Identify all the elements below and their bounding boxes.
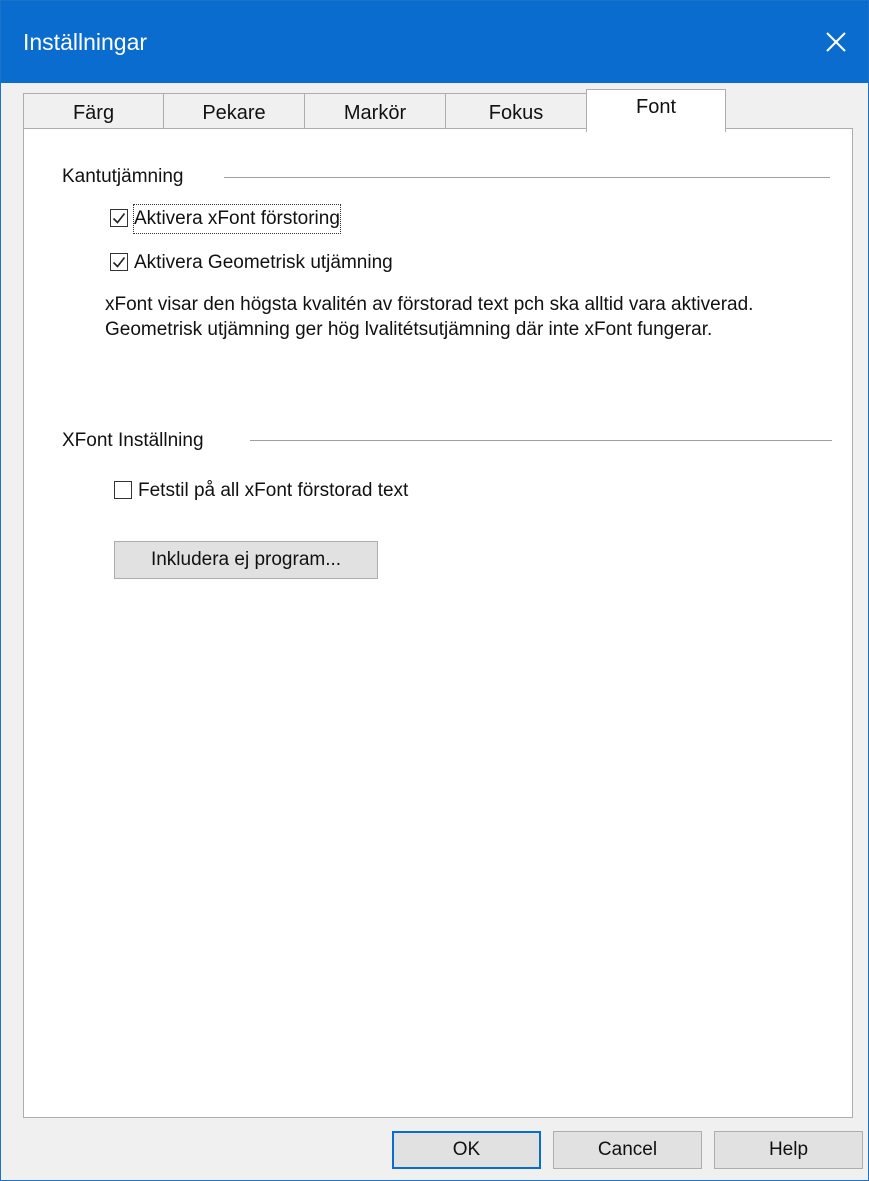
antialias-description: xFont visar den högsta kvalitén av först… bbox=[105, 294, 754, 340]
close-icon bbox=[826, 32, 846, 52]
tab-fokus[interactable]: Fokus bbox=[445, 93, 587, 131]
help-button[interactable]: Help bbox=[714, 1131, 863, 1169]
tab-strip: Färg Pekare Markör Fokus Font bbox=[23, 89, 853, 132]
close-button[interactable] bbox=[804, 1, 868, 83]
checkmark-icon bbox=[112, 213, 126, 224]
window-title: Inställningar bbox=[23, 29, 148, 55]
xfont-magnification-checkbox[interactable]: Aktivera xFont förstoring bbox=[110, 204, 410, 234]
antialias-group-heading: Kantutjämning bbox=[62, 166, 184, 187]
tab-farg[interactable]: Färg bbox=[23, 93, 164, 131]
xfont-settings-group-divider bbox=[250, 440, 832, 441]
antialias-group-divider bbox=[224, 177, 830, 178]
ok-button[interactable]: OK bbox=[392, 1131, 541, 1169]
tab-font[interactable]: Font bbox=[586, 89, 726, 132]
bold-checkbox-label: Fetstil på all xFont förstorad text bbox=[138, 480, 409, 501]
geometric-smoothing-checkbox[interactable]: Aktivera Geometrisk utjämning bbox=[110, 249, 450, 277]
bold-checkbox-box[interactable] bbox=[114, 481, 132, 499]
checkmark-icon bbox=[112, 257, 126, 268]
xfont-settings-group-heading: XFont Inställning bbox=[62, 430, 204, 451]
tab-pekare[interactable]: Pekare bbox=[163, 93, 305, 131]
title-bar: Inställningar bbox=[1, 1, 868, 83]
geometric-checkbox-box[interactable] bbox=[110, 253, 128, 271]
exclude-programs-button[interactable]: Inkludera ej program... bbox=[114, 541, 378, 579]
tab-markor[interactable]: Markör bbox=[304, 93, 446, 131]
settings-dialog: Inställningar Färg Pekare Markör Fokus F… bbox=[0, 0, 869, 1181]
geometric-checkbox-label: Aktivera Geometrisk utjämning bbox=[134, 252, 393, 273]
xfont-checkbox-box[interactable] bbox=[110, 209, 128, 227]
xfont-checkbox-label: Aktivera xFont förstoring bbox=[133, 204, 341, 234]
cancel-button[interactable]: Cancel bbox=[553, 1131, 702, 1169]
font-tab-panel: Kantutjämning Aktivera xFont förstoring … bbox=[23, 128, 853, 1118]
bold-xfont-checkbox[interactable]: Fetstil på all xFont förstorad text bbox=[114, 477, 474, 505]
